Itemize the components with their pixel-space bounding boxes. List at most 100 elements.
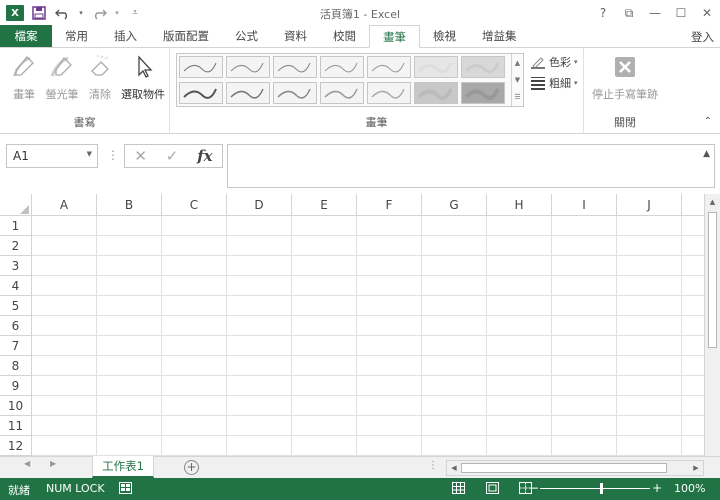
cell-area[interactable] <box>32 216 704 456</box>
excel-logo-icon[interactable]: X <box>4 2 26 24</box>
gallery-down-icon[interactable]: ▼ <box>515 76 520 84</box>
row-header[interactable]: 6 <box>0 316 32 336</box>
previous-sheet-icon[interactable]: ◀ <box>24 459 30 468</box>
column-header[interactable]: F <box>357 194 422 216</box>
vertical-scroll-thumb[interactable] <box>708 212 717 348</box>
name-box[interactable]: A1 ▼ <box>6 144 98 168</box>
pen-style-11[interactable] <box>320 82 364 104</box>
zoom-slider[interactable] <box>540 488 650 489</box>
zoom-slider-thumb[interactable] <box>600 483 603 494</box>
column-header[interactable]: J <box>617 194 682 216</box>
macro-record-icon[interactable] <box>118 481 132 495</box>
scroll-up-icon[interactable]: ▲ <box>705 194 720 210</box>
maximize-icon[interactable]: ☐ <box>668 0 694 26</box>
redo-dropdown-icon[interactable]: ▾ <box>112 2 122 24</box>
pen-button[interactable]: 畫筆 <box>6 52 42 104</box>
pen-style-7[interactable] <box>461 56 505 78</box>
undo-icon[interactable] <box>52 2 74 24</box>
pen-style-2[interactable] <box>226 56 270 78</box>
vertical-scrollbar[interactable]: ▲ <box>704 194 720 456</box>
undo-dropdown-icon[interactable]: ▾ <box>76 2 86 24</box>
stop-inking-button[interactable]: 停止手寫筆跡 <box>590 52 660 104</box>
row-header[interactable]: 5 <box>0 296 32 316</box>
column-header[interactable]: B <box>97 194 162 216</box>
weight-button[interactable]: 粗細 ▾ <box>530 74 578 92</box>
eraser-button[interactable]: 清除 <box>82 52 118 104</box>
pen-style-10[interactable] <box>273 82 317 104</box>
tab-view[interactable]: 檢視 <box>420 25 469 47</box>
sign-in-link[interactable]: 登入 <box>691 29 714 45</box>
pen-style-14[interactable] <box>461 82 505 104</box>
row-header[interactable]: 7 <box>0 336 32 356</box>
cancel-icon[interactable]: ✕ <box>134 147 147 165</box>
customize-qat-icon[interactable]: ⩡ <box>124 2 146 24</box>
pen-style-12[interactable] <box>367 82 411 104</box>
zoom-level[interactable]: 100% <box>674 482 705 495</box>
row-header[interactable]: 4 <box>0 276 32 296</box>
column-header[interactable]: E <box>292 194 357 216</box>
save-icon[interactable] <box>28 2 50 24</box>
tab-file[interactable]: 檔案 <box>0 25 52 47</box>
row-header[interactable]: 2 <box>0 236 32 256</box>
scroll-left-icon[interactable]: ◀ <box>447 461 461 475</box>
select-all-button[interactable] <box>0 194 32 216</box>
pen-style-4[interactable] <box>320 56 364 78</box>
sheet-tab[interactable]: 工作表1 <box>92 456 154 478</box>
next-sheet-icon[interactable]: ▶ <box>50 459 56 468</box>
tab-add-ins[interactable]: 增益集 <box>469 25 530 47</box>
add-sheet-icon[interactable]: + <box>184 460 199 475</box>
color-button[interactable]: 色彩 ▾ <box>530 53 578 71</box>
gallery-up-icon[interactable]: ▲ <box>515 59 520 67</box>
ribbon-display-options-icon[interactable]: ⧉ <box>616 0 642 26</box>
column-header[interactable]: H <box>487 194 552 216</box>
pen-style-3[interactable] <box>273 56 317 78</box>
pen-style-9[interactable] <box>226 82 270 104</box>
row-header[interactable]: 9 <box>0 376 32 396</box>
enter-check-icon[interactable]: ✓ <box>166 147 179 165</box>
close-icon[interactable]: ✕ <box>694 0 720 26</box>
tab-formulas[interactable]: 公式 <box>222 25 271 47</box>
highlighter-button[interactable]: 螢光筆 <box>44 52 80 104</box>
help-icon[interactable]: ? <box>590 0 616 26</box>
minimize-icon[interactable]: — <box>642 0 668 26</box>
tab-split-handle[interactable]: ⋮ <box>428 460 438 471</box>
column-header[interactable]: C <box>162 194 227 216</box>
formula-bar-resize-handle[interactable]: ⋮ <box>107 148 119 162</box>
row-header[interactable]: 1 <box>0 216 32 236</box>
redo-icon[interactable] <box>88 2 110 24</box>
insert-function-button[interactable]: fx <box>197 147 212 165</box>
pen-style-6[interactable] <box>414 56 458 78</box>
column-header[interactable]: G <box>422 194 487 216</box>
tab-pens[interactable]: 畫筆 <box>369 25 420 48</box>
chevron-down-icon[interactable]: ▼ <box>87 150 92 158</box>
collapse-ribbon-icon[interactable]: ⌃ <box>704 116 712 127</box>
tab-insert[interactable]: 插入 <box>101 25 150 47</box>
zoom-in-icon[interactable]: + <box>652 481 662 495</box>
column-header[interactable]: A <box>32 194 97 216</box>
pen-style-5[interactable] <box>367 56 411 78</box>
collapse-formula-bar-icon[interactable]: ▲ <box>703 149 710 159</box>
tab-review[interactable]: 校閱 <box>320 25 369 47</box>
row-header[interactable]: 3 <box>0 256 32 276</box>
tab-page-layout[interactable]: 版面配置 <box>150 25 222 47</box>
page-layout-view-icon[interactable] <box>485 481 499 495</box>
row-header[interactable]: 11 <box>0 416 32 436</box>
normal-view-icon[interactable] <box>451 481 465 495</box>
row-header[interactable]: 12 <box>0 436 32 456</box>
row-header[interactable]: 8 <box>0 356 32 376</box>
scroll-right-icon[interactable]: ▶ <box>689 461 703 475</box>
pen-style-13[interactable] <box>414 82 458 104</box>
column-header[interactable]: I <box>552 194 617 216</box>
tab-home[interactable]: 常用 <box>52 25 101 47</box>
tab-data[interactable]: 資料 <box>271 25 320 47</box>
pen-style-8[interactable] <box>179 82 223 104</box>
select-objects-button[interactable]: 選取物件 <box>120 52 166 104</box>
row-header[interactable]: 10 <box>0 396 32 416</box>
zoom-out-icon[interactable]: − <box>529 481 539 495</box>
gallery-more-icon[interactable]: ☰ <box>514 93 520 101</box>
formula-input[interactable]: ▲ <box>227 144 715 188</box>
pen-style-1[interactable] <box>179 56 223 78</box>
column-header[interactable]: D <box>227 194 292 216</box>
horizontal-scrollbar[interactable]: ◀ ▶ <box>446 460 704 476</box>
horizontal-scroll-thumb[interactable] <box>461 463 667 473</box>
